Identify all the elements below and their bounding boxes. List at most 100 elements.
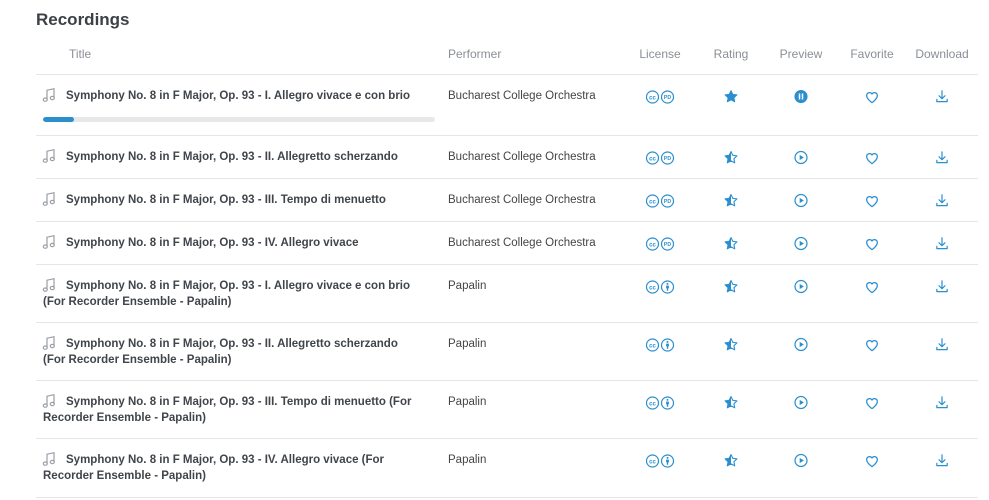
favorite-button[interactable] [865, 452, 880, 469]
download-button[interactable] [935, 149, 950, 166]
table-row: Symphony No. 8 in F Major, Op. 93 - III.… [36, 179, 978, 222]
performer-name[interactable]: Bucharest College Orchestra [448, 192, 596, 208]
performer-name[interactable]: Bucharest College Orchestra [448, 235, 596, 251]
favorite-button[interactable] [865, 149, 880, 166]
performer-name[interactable]: Bucharest College Orchestra [448, 149, 596, 165]
favorite-button[interactable] [865, 192, 880, 209]
public-domain-icon: PD [660, 89, 675, 104]
download-button[interactable] [935, 394, 950, 411]
play-icon [794, 150, 809, 165]
preview-button[interactable] [794, 336, 809, 353]
recording-title[interactable]: Symphony No. 8 in F Major, Op. 93 - III.… [43, 192, 419, 208]
recording-title[interactable]: Symphony No. 8 in F Major, Op. 93 - IV. … [43, 235, 419, 251]
table-row: Symphony No. 8 in F Major, Op. 93 - III.… [36, 381, 978, 439]
preview-button[interactable] [794, 452, 809, 469]
download-button[interactable] [935, 88, 950, 105]
svg-text:cc: cc [649, 285, 656, 291]
download-icon [935, 150, 950, 165]
license-badges[interactable]: cc [645, 336, 675, 353]
download-button[interactable] [935, 278, 950, 295]
svg-text:cc: cc [649, 459, 656, 465]
license-badges[interactable]: cc [645, 278, 675, 295]
download-button[interactable] [935, 452, 950, 469]
table-row: Symphony No. 8 in F Major, Op. 93 - I. A… [36, 265, 978, 323]
cc-icon: cc [645, 236, 660, 251]
heart-icon [865, 90, 880, 104]
performer-name[interactable]: Papalin [448, 278, 486, 294]
download-button[interactable] [935, 235, 950, 252]
download-icon [935, 236, 950, 251]
recording-title[interactable]: Symphony No. 8 in F Major, Op. 93 - II. … [43, 336, 419, 368]
favorite-button[interactable] [865, 394, 880, 411]
rating-button[interactable] [724, 235, 739, 252]
table-row: Symphony No. 8 in F Major, Op. 93 - IV. … [36, 222, 978, 265]
table-row: Symphony No. 8 in F Major, Op. 93 - I. A… [36, 75, 978, 136]
favorite-button[interactable] [865, 235, 880, 252]
heart-icon [865, 338, 880, 352]
attribution-icon [660, 337, 675, 352]
license-badges[interactable]: cc [645, 452, 675, 469]
favorite-button[interactable] [865, 278, 880, 295]
recording-title[interactable]: Symphony No. 8 in F Major, Op. 93 - III.… [43, 394, 419, 426]
cc-icon: cc [645, 453, 660, 468]
playback-progress-fill [43, 117, 75, 122]
preview-button[interactable] [794, 192, 809, 209]
license-badges[interactable]: cc PD [645, 235, 675, 252]
preview-button[interactable] [794, 149, 809, 166]
rating-button[interactable] [724, 452, 739, 469]
star-half-icon [724, 193, 739, 208]
column-license: License [639, 47, 681, 61]
heart-icon [865, 151, 880, 165]
favorite-button[interactable] [865, 88, 880, 105]
rating-button[interactable] [724, 149, 739, 166]
cc-icon: cc [645, 337, 660, 352]
recording-title[interactable]: Symphony No. 8 in F Major, Op. 93 - I. A… [43, 278, 419, 310]
license-badges[interactable]: cc PD [645, 192, 675, 209]
column-download: Download [915, 47, 969, 61]
star-half-icon [724, 279, 739, 294]
star-half-icon [724, 236, 739, 251]
svg-text:PD: PD [664, 242, 671, 248]
playback-progress-bar[interactable] [43, 117, 435, 122]
preview-button[interactable] [794, 235, 809, 252]
play-icon [794, 279, 809, 294]
preview-button[interactable] [794, 278, 809, 295]
performer-name[interactable]: Papalin [448, 336, 486, 352]
play-icon [794, 395, 809, 410]
performer-name[interactable]: Papalin [448, 452, 486, 468]
column-title: Title [69, 47, 92, 61]
svg-text:cc: cc [649, 95, 656, 101]
preview-button[interactable] [794, 394, 809, 411]
star-half-icon [724, 150, 739, 165]
favorite-button[interactable] [865, 336, 880, 353]
rating-button[interactable] [724, 394, 739, 411]
download-icon [935, 193, 950, 208]
rating-button[interactable] [724, 192, 739, 209]
heart-icon [865, 237, 880, 251]
recordings-table: Symphony No. 8 in F Major, Op. 93 - I. A… [36, 75, 978, 498]
download-icon [935, 279, 950, 294]
rating-button[interactable] [724, 336, 739, 353]
download-button[interactable] [935, 192, 950, 209]
play-icon [794, 453, 809, 468]
table-header: Title Performer License Rating Preview F… [36, 44, 978, 75]
license-badges[interactable]: cc [645, 394, 675, 411]
license-badges[interactable]: cc PD [645, 149, 675, 166]
table-row: Symphony No. 8 in F Major, Op. 93 - II. … [36, 323, 978, 381]
performer-name[interactable]: Papalin [448, 394, 486, 410]
play-icon [794, 337, 809, 352]
recording-title[interactable]: Symphony No. 8 in F Major, Op. 93 - IV. … [43, 452, 419, 484]
recording-title[interactable]: Symphony No. 8 in F Major, Op. 93 - II. … [43, 149, 419, 165]
public-domain-icon: PD [660, 193, 675, 208]
recording-title[interactable]: Symphony No. 8 in F Major, Op. 93 - I. A… [43, 88, 419, 104]
performer-name[interactable]: Bucharest College Orchestra [448, 88, 596, 104]
download-icon [935, 337, 950, 352]
download-button[interactable] [935, 336, 950, 353]
rating-button[interactable] [724, 88, 739, 105]
pause-icon [794, 89, 809, 104]
preview-button[interactable] [794, 88, 809, 105]
svg-text:cc: cc [649, 343, 656, 349]
page-title: Recordings [36, 10, 130, 29]
rating-button[interactable] [724, 278, 739, 295]
license-badges[interactable]: cc PD [645, 88, 675, 105]
